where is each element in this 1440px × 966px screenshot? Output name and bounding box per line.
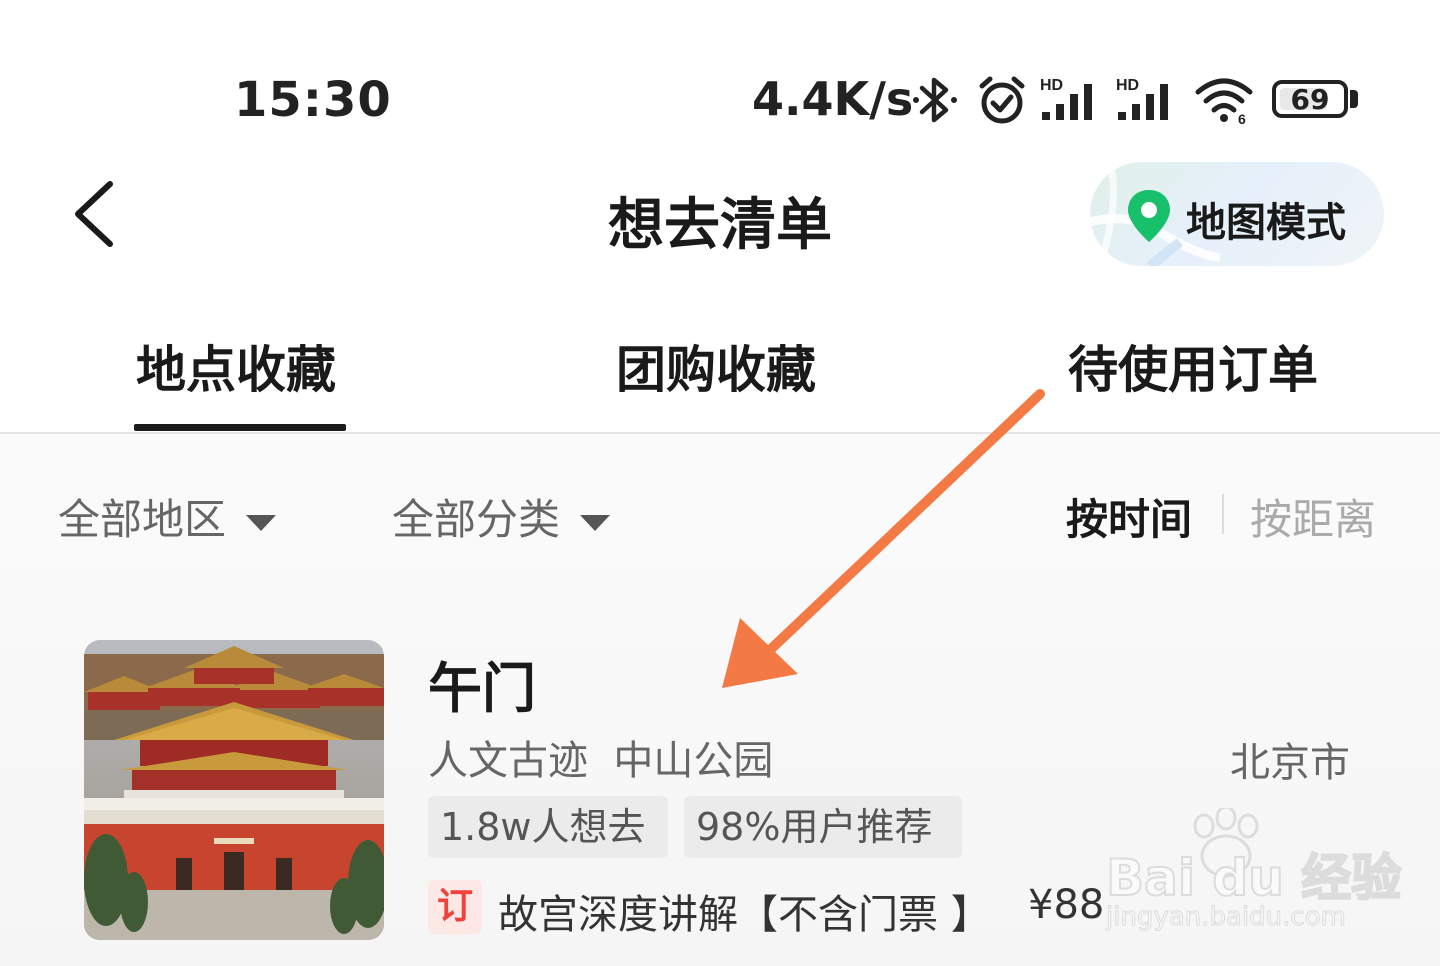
- sort-by-distance[interactable]: 按距离: [1250, 486, 1376, 547]
- palace-illustration: [84, 640, 384, 940]
- map-pin-icon: [1128, 190, 1170, 242]
- chevron-left-icon[interactable]: [70, 178, 120, 250]
- poi-tag-recommend: 98%用户推荐: [684, 796, 962, 858]
- sort-divider: [1222, 494, 1224, 534]
- alarm-icon: [979, 76, 1025, 124]
- poi-tag-want-count: 1.8w人想去: [428, 796, 668, 858]
- battery-level: 69: [1290, 82, 1330, 116]
- network-speed: 4.4K/s: [752, 72, 914, 126]
- caret-down-icon: [580, 514, 611, 531]
- battery-icon: 69: [1272, 80, 1348, 118]
- signal-hd-icon: HD: [1116, 77, 1168, 120]
- deal-title[interactable]: 故宫深度讲解【不含门票 】: [498, 882, 991, 940]
- battery-tip: [1350, 90, 1358, 108]
- svg-text:HD: HD: [1116, 77, 1139, 94]
- category-filter-label: 全部分类: [392, 495, 561, 544]
- bluetooth-icon: [913, 77, 957, 123]
- wifi-icon: 6: [1195, 78, 1253, 126]
- tab-group-buy-favorites[interactable]: 团购收藏: [616, 330, 816, 402]
- tab-pending-orders[interactable]: 待使用订单: [1068, 330, 1318, 402]
- status-time: 15:30: [234, 72, 392, 128]
- svg-text:HD: HD: [1040, 77, 1063, 94]
- signal-hd-icon: HD: [1040, 77, 1092, 120]
- tab-place-favorites[interactable]: 地点收藏: [136, 330, 336, 402]
- poi-thumbnail[interactable]: [84, 640, 384, 940]
- order-badge: 订: [428, 880, 482, 934]
- watermark-brand: Bai du 经验: [1105, 848, 1402, 908]
- watermark-url: jingyan.baidu.com: [1106, 902, 1347, 933]
- region-filter[interactable]: 全部地区: [58, 486, 277, 547]
- category-filter[interactable]: 全部分类: [392, 486, 611, 547]
- active-tab-indicator: [134, 424, 346, 431]
- deal-price: ¥88: [1028, 882, 1105, 928]
- poi-categories: 人文古迹 中山公园: [428, 738, 774, 784]
- poi-city: 北京市: [1230, 740, 1350, 786]
- region-filter-label: 全部地区: [58, 495, 227, 544]
- map-mode-label: 地图模式: [1186, 200, 1346, 246]
- sort-by-time[interactable]: 按时间: [1066, 486, 1192, 547]
- poi-name[interactable]: 午门: [428, 644, 536, 723]
- caret-down-icon: [246, 514, 277, 531]
- map-mode-button[interactable]: 地图模式: [1090, 162, 1384, 266]
- svg-text:6: 6: [1238, 111, 1246, 126]
- page-title: 想去清单: [608, 193, 832, 258]
